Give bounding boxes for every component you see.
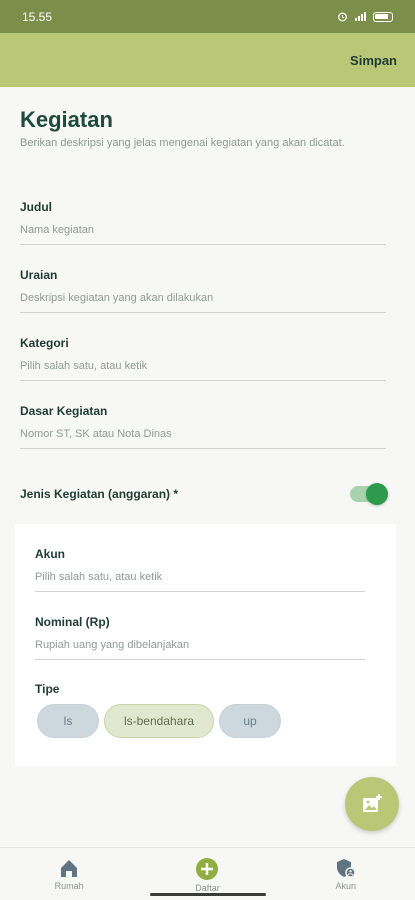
tipe-chip-up[interactable]: up [219,704,281,738]
app-bar: Simpan [0,33,415,87]
nav-item-daftar[interactable]: Daftar [157,848,257,893]
home-icon [61,860,78,877]
nav-item-rumah[interactable]: Rumah [19,848,119,891]
jenis-kegiatan-toggle[interactable] [350,483,388,505]
tipe-chip-ls-bendahara[interactable]: ls-bendahara [104,704,214,738]
akun-label: Akun [35,547,65,561]
nominal-input[interactable] [35,639,365,659]
status-bar: 15.55 [0,0,415,33]
judul-label: Judul [20,200,52,214]
tipe-label: Tipe [35,682,60,696]
jenis-kegiatan-row: Jenis Kegiatan (anggaran) * [20,482,388,506]
signal-icon [355,12,366,21]
jenis-kegiatan-label: Jenis Kegiatan (anggaran) * [20,487,179,501]
budget-card: Akun Nominal (Rp) Tipe ls ls-bendahara u… [15,524,396,766]
judul-input[interactable] [20,224,386,244]
page-subtitle: Berikan deskripsi yang jelas mengenai ke… [20,137,345,149]
battery-icon [373,11,393,22]
add-image-icon [363,794,382,812]
uraian-label: Uraian [20,268,58,282]
akun-input[interactable] [35,571,365,591]
form-content: Kegiatan Berikan deskripsi yang jelas me… [0,87,415,847]
status-icons [337,11,393,22]
add-circle-icon [196,858,219,880]
nav-label-akun: Akun [335,881,357,891]
save-button[interactable]: Simpan [350,53,397,68]
akun-field: Akun [35,547,365,592]
dasar-kegiatan-input[interactable] [20,428,386,448]
dasar-kegiatan-field: Dasar Kegiatan [20,404,386,449]
dasar-kegiatan-label: Dasar Kegiatan [20,404,108,418]
alarm-icon [338,12,347,22]
judul-field: Judul [20,200,386,245]
nav-item-akun[interactable]: Akun [296,848,396,891]
nominal-field: Nominal (Rp) [35,615,365,660]
kategori-label: Kategori [20,336,69,350]
nav-label-rumah: Rumah [54,881,84,891]
page-title: Kegiatan [20,107,113,132]
toggle-knob [366,483,388,505]
uraian-field: Uraian [20,268,386,313]
uraian-input[interactable] [20,292,386,312]
tipe-chip-ls[interactable]: ls [37,704,99,738]
home-indicator [150,893,266,896]
status-time: 15.55 [22,9,53,24]
add-image-button[interactable] [345,777,399,831]
nav-label-daftar: Daftar [195,883,220,893]
kategori-input[interactable] [20,360,386,380]
tipe-chip-group: ls ls-bendahara up [37,704,281,738]
nominal-label: Nominal (Rp) [35,615,110,629]
account-shield-icon [336,859,356,878]
kategori-field: Kategori [20,336,386,381]
